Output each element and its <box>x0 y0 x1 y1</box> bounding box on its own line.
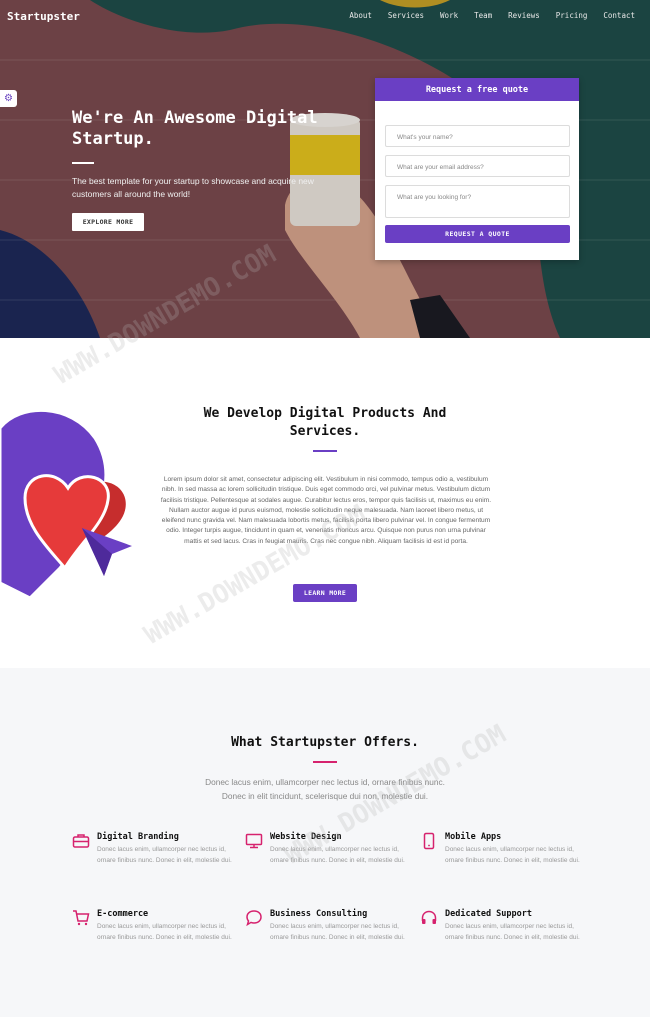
quote-form-heading: Request a free quote <box>375 78 579 101</box>
feature-description: Donec lacus enim, ullamcorper nec lectus… <box>445 923 580 941</box>
develop-body: Lorem ipsum dolor sit amet, consectetur … <box>160 476 492 545</box>
hero-title: We're An Awesome Digital Startup. <box>72 108 318 149</box>
cart-icon <box>73 910 90 926</box>
develop-section: We Develop Digital Products And Services… <box>0 338 650 668</box>
nav-link-team[interactable]: Team <box>474 11 492 20</box>
learn-more-button[interactable]: LEARN MORE <box>293 584 357 602</box>
email-input[interactable]: What are your email address? <box>385 155 570 177</box>
request-quote-button[interactable]: REQUEST A QUOTE <box>385 225 570 243</box>
nav-link-contact[interactable]: Contact <box>603 11 635 20</box>
nav-link-work[interactable]: Work <box>440 11 458 20</box>
feature-description: Donec lacus enim, ullamcorper nec lectus… <box>445 846 580 864</box>
settings-toggle-button[interactable]: ⚙ <box>0 90 17 107</box>
develop-title: We Develop Digital Products And Services… <box>203 406 447 439</box>
hero-subtitle: The best template for your startup to sh… <box>72 176 314 199</box>
offers-section: What Startupster Offers. Donec lacus eni… <box>0 668 650 1017</box>
feature-title: Mobile Apps <box>445 832 502 842</box>
nav-link-about[interactable]: About <box>349 11 372 20</box>
top-navbar: Startupster About Services Work Team Rev… <box>0 0 650 32</box>
offers-divider <box>313 761 337 763</box>
brand-logo[interactable]: Startupster <box>7 10 80 23</box>
develop-divider <box>313 450 337 452</box>
gear-icon: ⚙ <box>4 92 13 104</box>
briefcase-icon <box>72 834 90 848</box>
feature-description: Donec lacus enim, ullamcorper nec lectus… <box>270 923 405 941</box>
feature-title: Website Design <box>270 832 342 842</box>
feature-title: Business Consulting <box>270 909 368 919</box>
nav-links: About Services Work Team Reviews Pricing… <box>333 11 635 20</box>
heart-pin-illustration <box>0 408 132 600</box>
explore-more-button[interactable]: EXPLORE MORE <box>72 213 144 231</box>
feature-description: Donec lacus enim, ullamcorper nec lectus… <box>97 846 232 864</box>
nav-link-pricing[interactable]: Pricing <box>556 11 588 20</box>
hero-section: Startupster About Services Work Team Rev… <box>0 0 650 338</box>
hero-divider <box>72 162 94 164</box>
feature-title: E-commerce <box>97 909 149 919</box>
name-input[interactable]: What's your name? <box>385 125 570 147</box>
message-textarea[interactable]: What are you looking for? <box>385 185 570 218</box>
feature-description: Donec lacus enim, ullamcorper nec lectus… <box>270 846 405 864</box>
nav-link-reviews[interactable]: Reviews <box>508 11 540 20</box>
feature-title: Dedicated Support <box>445 909 532 919</box>
chat-icon <box>246 910 262 927</box>
feature-description: Donec lacus enim, ullamcorper nec lectus… <box>97 923 232 941</box>
quote-form-card: Request a free quote What's your name? W… <box>375 78 579 260</box>
feature-title: Digital Branding <box>97 832 179 842</box>
offers-subtitle: Donec lacus enim, ullamcorper nec lectus… <box>205 777 445 801</box>
mobile-icon <box>423 832 435 850</box>
headphones-icon <box>421 910 437 924</box>
nav-link-services[interactable]: Services <box>388 11 424 20</box>
monitor-icon <box>245 833 263 849</box>
offers-title: What Startupster Offers. <box>231 735 419 750</box>
